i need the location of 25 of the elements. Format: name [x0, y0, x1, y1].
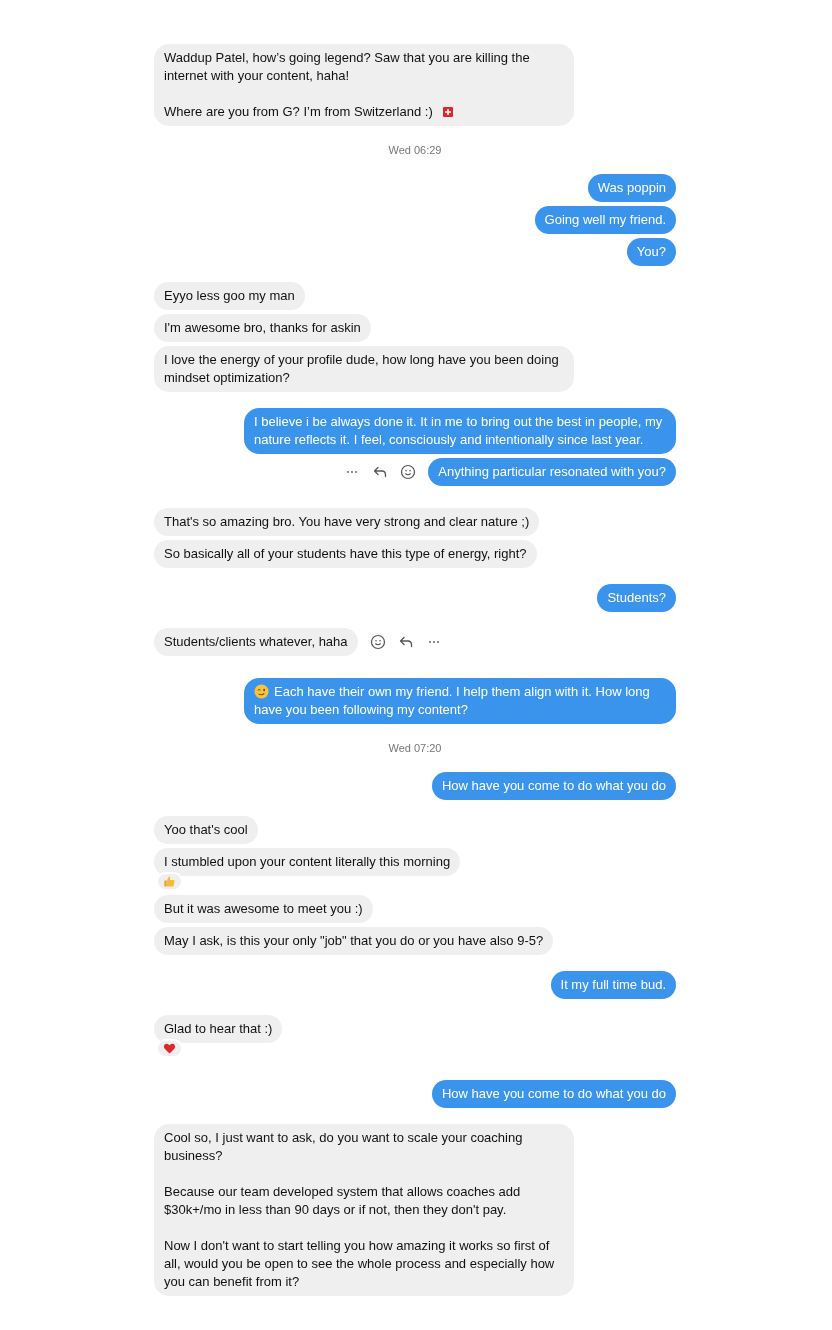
message-bubble: Going well my friend. [534, 206, 676, 234]
timestamp: Wed 07:20 [388, 742, 442, 754]
message-bubble: That's so amazing bro. You have very strong and clear nature ;) [154, 508, 540, 536]
message-bubble: I love the energy of your profile dude, how long have you been doing mindset optimization? [154, 346, 574, 392]
message-bubble: Waddup Patel, how’s going legend? Saw that you are killing the internet with your content, haha! Where are you from G? I’m from Switzerland :) [154, 44, 574, 126]
message-bubble: But it was awesome to meet you :) [154, 895, 373, 923]
message-bubble: Was poppin [587, 174, 676, 202]
message-bubble: It my full time bud. [550, 971, 676, 999]
message-bubble: I stumbled upon your content literally this morning [154, 848, 461, 876]
message-bubble: How have you come to do what you do [431, 1080, 676, 1108]
message-bubble: How have you come to do what you do [431, 772, 676, 800]
message-bubble: Each have their own my friend. I help them align with it. How long have you been following my content? [244, 678, 676, 724]
message-bubble: Anything particular resonated with you? [428, 458, 676, 486]
message-bubble: Students? [597, 584, 676, 612]
message-bubble: I'm awesome bro, thanks for askin [154, 314, 371, 342]
timestamp: Wed 06:29 [388, 144, 442, 156]
message-bubble: So basically all of your students have this type of energy, right? [154, 540, 537, 568]
message-bubble: Cool so, I just want to ask, do you want to scale your coaching business? Because our team developed system that allows coaches add $30k+/mo in less than 90 days or if not, then they don't pay. Now I don't want to start telling you how amazing it works so first of all, would you be open to see the whole process and especially how you can benefit from it? [154, 1124, 574, 1296]
message-bubble: Eyyo less goo my man [154, 282, 305, 310]
message-bubble: I believe i be always done it. It in me to bring out the best in people, my nature reflects it. I feel, consciously and intentionally since last year. [244, 408, 676, 454]
message-bubble: Glad to hear that :) [154, 1015, 283, 1043]
message-bubble: Yoo that's cool [154, 816, 258, 844]
message-bubble: You? [626, 238, 676, 266]
message-bubble: Students/clients whatever, haha [154, 628, 358, 656]
message-bubble: May I ask, is this your only "job" that you do or you have also 9-5? [154, 927, 554, 955]
